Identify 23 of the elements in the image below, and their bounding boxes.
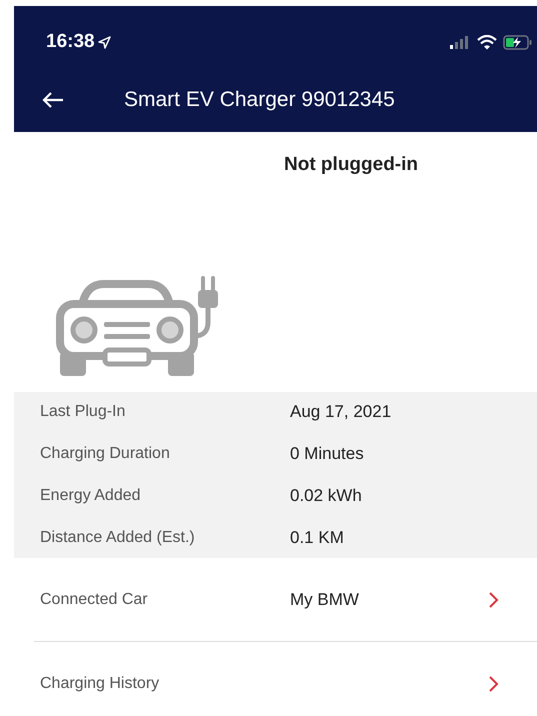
detail-label: Charging Duration [40,444,171,464]
battery-charging-icon [503,34,533,50]
detail-label: Distance Added (Est.) [40,528,196,548]
plug-status: Not plugged-in [284,152,418,177]
detail-value: 0.02 kWh [290,485,362,508]
detail-label: Last Plug-In [40,402,126,422]
detail-label: Energy Added [40,486,142,506]
detail-value: Aug 17, 2021 [290,401,392,424]
chevron-right-icon [489,676,499,692]
detail-value: 0.1 KM [290,527,344,550]
status-time: 16:38 [46,30,95,54]
chevron-right-icon [489,592,499,608]
row-value: My BMW [290,588,359,611]
screen-title: Smart EV Charger 99012345 [124,87,395,114]
nav-row[interactable]: Connected Car My BMW [34,558,537,642]
row-label: Charging History [40,674,160,694]
back-arrow-icon [42,91,64,109]
row-label: Connected Car [40,590,149,610]
nav-row[interactable]: Charging History [34,642,537,716]
location-arrow-icon [98,36,111,48]
detail-value: 0 Minutes [290,443,364,466]
wifi-icon [477,34,497,50]
signal-icon [449,35,471,49]
